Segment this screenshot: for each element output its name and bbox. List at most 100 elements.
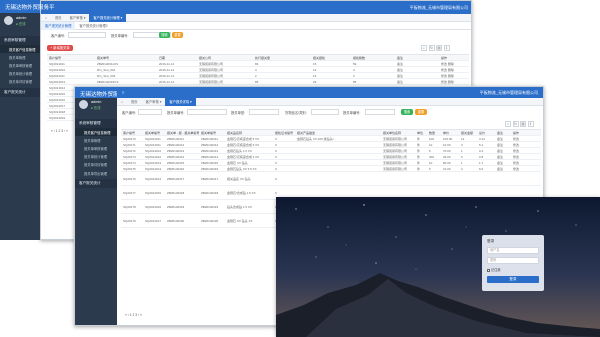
remember-me[interactable]: 记住我 [487,267,500,272]
table-cell: SQ20170 [123,136,136,141]
sidebar-item[interactable]: 报关单导出管理 [75,169,117,177]
tab-statistics-2[interactable]: 客户报关统计管理2 [75,23,111,28]
breadcrumb-item[interactable]: 客户报关详情 ▾ [165,97,196,106]
sidebar-item[interactable]: 报关单管理 [75,136,117,144]
column-header[interactable]: 报关品名称 [225,131,273,135]
sub-tab-strip: 客户报关统计管理 客户报关统计管理2 [41,21,471,30]
sidebar-section[interactable]: 客户报关统计 [0,87,40,97]
sidebar-section[interactable]: 客户报关统计 [75,179,117,189]
column-header[interactable]: 报关单编号 [199,131,225,135]
column-header[interactable]: 报检箱数 [351,56,395,60]
export-icon[interactable]: ⇩ [443,45,450,51]
reset-button[interactable]: 重置 [415,109,427,115]
password-field[interactable]: 密码 [487,257,539,264]
table-cell: 10 [429,160,433,165]
filter-input[interactable] [138,109,162,115]
login-button[interactable]: 登录 [487,276,539,283]
search-icon[interactable]: ⌕ [505,121,511,127]
sidebar-item[interactable]: 报关客户信息管理 [75,128,117,137]
table-cell: Rin_Test_002 [97,73,116,78]
tab-statistics[interactable]: 客户报关统计管理 [41,21,76,30]
column-header[interactable]: 操作 [439,56,469,60]
tab-home-icon[interactable]: ⌂ [41,16,51,20]
column-header[interactable]: 报关报检 [311,56,351,60]
sidebar-item[interactable]: 报关单统计管理 [75,153,117,161]
table-cell: ZB20140318 [201,190,219,195]
column-header[interactable]: 报关单位名称 [381,131,415,135]
column-header[interactable]: 备注 [395,56,439,60]
search-button[interactable]: 搜索 [401,109,413,115]
sidebar-item[interactable]: 报关客户信息管理 [0,45,40,54]
filter-input[interactable] [249,109,279,115]
column-header[interactable]: 操作 [511,131,525,135]
table-cell: 备注 [397,61,404,66]
table-cell: 80.00 [443,160,451,165]
breadcrumb-item[interactable]: 客户审核 ▾ [66,15,90,20]
search-button[interactable]: 搜索 [159,32,170,38]
refresh-icon[interactable]: ↻ [512,121,519,127]
customer-id-input[interactable] [68,32,106,38]
column-header[interactable]: 客户编号 [47,56,95,60]
username-field[interactable]: 用户名 [487,247,539,254]
tab-home-icon[interactable]: ⌂ [117,100,127,104]
table-cell: 金刚石/高纯度合成 6 XX [227,142,260,147]
breadcrumb-item[interactable]: 首页 [51,15,66,20]
table-cell: 无锡贸易有限公司 [199,73,224,78]
filter-input[interactable] [187,109,227,115]
search-icon[interactable]: ⌕ [421,45,427,51]
checkbox-icon[interactable] [487,268,490,272]
column-header[interactable]: 报检证书编号 [273,131,295,135]
column-header[interactable]: 报关金额 [459,131,477,135]
columns-icon[interactable]: ▥ [520,121,526,127]
breadcrumb-item[interactable]: 客户审核 ▾ [142,99,166,104]
columns-icon[interactable]: ▥ [436,45,442,51]
export-icon[interactable]: ⇩ [527,121,534,127]
column-header[interactable]: 客户编号 [121,131,143,135]
sidebar-section[interactable]: 系统审核管理 [0,36,40,45]
table-cell: ZB20140318 [167,190,185,195]
column-header[interactable]: 报关公司 [197,56,253,60]
column-header[interactable]: 备注 [495,131,511,135]
filter-label: 客户编号: [122,111,137,115]
table-cell: ZB20140320 [167,218,185,223]
pagination[interactable]: « ‹ 1 2 3 › » [51,129,68,133]
table-cell: 金刚石/高纯度合成 5 XX [227,136,260,141]
table-cell: SQ2014013 [49,79,66,84]
column-header[interactable]: 报关单 - 报 - 报关单编号 [165,131,199,135]
table-row[interactable]: SQ20176 SQ2014014 ZB20140317 ZB20140317 报关品名… [121,172,541,186]
add-declaration-button[interactable]: + 新增报关单 [47,45,73,51]
refresh-icon[interactable]: ↻ [428,45,435,51]
sidebar-section[interactable]: 系统审核管理 [75,119,117,128]
sidebar-item[interactable]: 报关单详情管理 [75,161,117,169]
table-cell: 1.7 [479,160,484,165]
sidebar-item[interactable]: 报关单管理 [0,53,40,61]
sidebar-item[interactable]: 报关单审核管理 [0,61,40,69]
column-header[interactable]: 单位 [415,131,427,135]
column-header[interactable]: 数量 [427,131,441,135]
filter-input[interactable] [365,109,395,115]
column-header[interactable]: 执行报关量 [253,56,311,60]
filter-input[interactable] [311,109,339,115]
column-header[interactable]: 报关单号 [95,56,157,60]
column-header[interactable]: 总价 [477,131,495,135]
topbar-user[interactable]: 平板物流_无锡市管理局有限公司 [480,90,538,96]
table-cell: 备注 [397,67,404,72]
login-window: 登录 用户名 密码 记住我 登录 [276,197,600,337]
reset-button[interactable]: 重置 [172,32,183,38]
table-cell: 0 [275,160,277,165]
sidebar-item[interactable]: 报关单审核管理 [75,144,117,152]
topbar-user[interactable]: 平板物流_无锡市管理局有限公司 [410,5,468,11]
column-header[interactable]: 报关单编号 [143,131,165,135]
breadcrumb-item[interactable]: 首页 [127,99,142,104]
sidebar-item[interactable]: 报关单详情管理 [0,78,40,86]
table-cell: 83 [255,79,259,84]
column-header[interactable]: 报关产品描述 [295,131,381,135]
table-cell: 83 [255,61,259,66]
column-header[interactable]: 日期 [157,56,197,60]
pagination[interactable]: « ‹ 1 2 3 › » [125,313,142,317]
top-bar: ≡ 平板物流_无锡市管理局有限公司 [117,87,543,98]
sidebar-item[interactable]: 报关单统计管理 [0,70,40,78]
menu-toggle-icon[interactable]: ≡ [122,90,124,95]
breadcrumb-item[interactable]: 客户报关统计管理 ▾ [89,13,127,22]
column-header[interactable]: 单价 [441,131,459,135]
